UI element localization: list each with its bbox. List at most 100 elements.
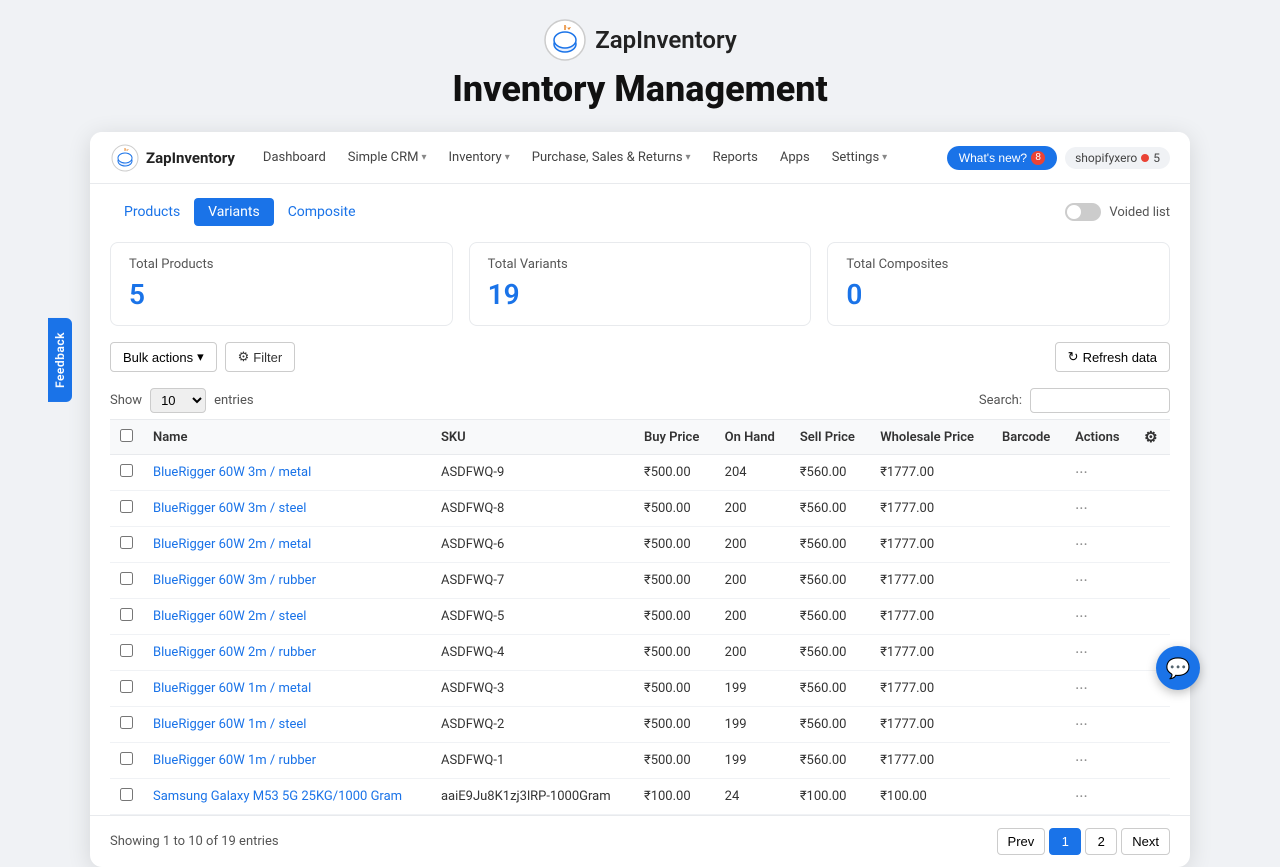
row-sku-5: ASDFWQ-4 xyxy=(431,635,634,671)
row-checkbox-6[interactable] xyxy=(110,671,143,707)
nav-settings[interactable]: Settings ▾ xyxy=(822,144,898,171)
row-select-2[interactable] xyxy=(120,536,133,549)
product-link-3[interactable]: BlueRigger 60W 3m / rubber xyxy=(153,573,316,588)
product-link-0[interactable]: BlueRigger 60W 3m / metal xyxy=(153,465,311,480)
row-select-5[interactable] xyxy=(120,644,133,657)
product-link-2[interactable]: BlueRigger 60W 2m / metal xyxy=(153,537,311,552)
nav-dashboard[interactable]: Dashboard xyxy=(253,144,336,171)
product-link-6[interactable]: BlueRigger 60W 1m / metal xyxy=(153,681,311,696)
feedback-tab[interactable]: Feedback xyxy=(48,318,72,402)
row-actions-7[interactable]: ··· xyxy=(1065,707,1134,743)
row-checkbox-3[interactable] xyxy=(110,563,143,599)
row-actions-6[interactable]: ··· xyxy=(1065,671,1134,707)
actions-dots-2[interactable]: ··· xyxy=(1075,535,1088,554)
bulk-actions-button[interactable]: Bulk actions ▾ xyxy=(110,342,217,372)
table-controls: Show 10 25 50 100 entries Search: xyxy=(90,382,1190,419)
product-link-1[interactable]: BlueRigger 60W 3m / steel xyxy=(153,501,306,516)
row-select-6[interactable] xyxy=(120,680,133,693)
refresh-button[interactable]: ↻ Refresh data xyxy=(1055,342,1170,372)
nav-brand[interactable]: ZapInventory xyxy=(110,143,235,173)
row-barcode-4 xyxy=(992,599,1065,635)
row-checkbox-4[interactable] xyxy=(110,599,143,635)
row-select-0[interactable] xyxy=(120,464,133,477)
row-sku-2: ASDFWQ-6 xyxy=(431,527,634,563)
row-actions-9[interactable]: ··· xyxy=(1065,779,1134,815)
row-actions-3[interactable]: ··· xyxy=(1065,563,1134,599)
row-checkbox-8[interactable] xyxy=(110,743,143,779)
nav-purchase-sales[interactable]: Purchase, Sales & Returns ▾ xyxy=(522,144,701,171)
row-checkbox-5[interactable] xyxy=(110,635,143,671)
settings-chevron-icon: ▾ xyxy=(882,152,887,163)
row-select-1[interactable] xyxy=(120,500,133,513)
row-select-8[interactable] xyxy=(120,752,133,765)
actions-dots-3[interactable]: ··· xyxy=(1075,571,1088,590)
whats-new-button[interactable]: What's new? 8 xyxy=(947,146,1057,170)
product-link-5[interactable]: BlueRigger 60W 2m / rubber xyxy=(153,645,316,660)
tab-variants[interactable]: Variants xyxy=(194,198,274,226)
row-wholesale-price-9: ₹100.00 xyxy=(870,779,992,815)
row-extra-9 xyxy=(1134,779,1170,815)
row-extra-1 xyxy=(1134,491,1170,527)
row-checkbox-1[interactable] xyxy=(110,491,143,527)
table-row: BlueRigger 60W 2m / rubber ASDFWQ-4 ₹500… xyxy=(110,635,1170,671)
row-barcode-7 xyxy=(992,707,1065,743)
refresh-icon: ↻ xyxy=(1068,349,1079,365)
row-checkbox-9[interactable] xyxy=(110,779,143,815)
actions-dots-5[interactable]: ··· xyxy=(1075,643,1088,662)
actions-dots-1[interactable]: ··· xyxy=(1075,499,1088,518)
row-select-4[interactable] xyxy=(120,608,133,621)
row-checkbox-2[interactable] xyxy=(110,527,143,563)
nav-brand-logo-icon xyxy=(110,143,140,173)
actions-dots-0[interactable]: ··· xyxy=(1075,463,1088,482)
filter-button[interactable]: ⚙ Filter xyxy=(225,342,296,372)
col-settings[interactable]: ⚙ xyxy=(1134,420,1170,455)
nav-inventory[interactable]: Inventory ▾ xyxy=(439,144,520,171)
row-actions-1[interactable]: ··· xyxy=(1065,491,1134,527)
row-checkbox-0[interactable] xyxy=(110,455,143,491)
table-row: BlueRigger 60W 3m / metal ASDFWQ-9 ₹500.… xyxy=(110,455,1170,491)
prev-button[interactable]: Prev xyxy=(997,828,1046,855)
entries-select[interactable]: 10 25 50 100 xyxy=(150,388,206,413)
row-actions-8[interactable]: ··· xyxy=(1065,743,1134,779)
pagination: Prev 1 2 Next xyxy=(997,828,1170,855)
product-link-7[interactable]: BlueRigger 60W 1m / steel xyxy=(153,717,306,732)
product-link-4[interactable]: BlueRigger 60W 2m / steel xyxy=(153,609,306,624)
row-select-9[interactable] xyxy=(120,788,133,801)
row-select-3[interactable] xyxy=(120,572,133,585)
actions-dots-4[interactable]: ··· xyxy=(1075,607,1088,626)
product-link-9[interactable]: Samsung Galaxy M53 5G 25KG/1000 Gram xyxy=(153,789,402,804)
row-select-7[interactable] xyxy=(120,716,133,729)
page-1-button[interactable]: 1 xyxy=(1049,828,1081,855)
page-2-button[interactable]: 2 xyxy=(1085,828,1117,855)
row-on-hand-6: 199 xyxy=(715,671,790,707)
nav-reports[interactable]: Reports xyxy=(703,144,768,171)
row-actions-4[interactable]: ··· xyxy=(1065,599,1134,635)
product-link-8[interactable]: BlueRigger 60W 1m / rubber xyxy=(153,753,316,768)
actions-dots-9[interactable]: ··· xyxy=(1075,787,1088,806)
voided-toggle-switch[interactable] xyxy=(1065,203,1101,221)
nav-simple-crm[interactable]: Simple CRM ▾ xyxy=(338,144,437,171)
chat-fab[interactable]: 💬 xyxy=(1156,646,1200,690)
col-sell-price: Sell Price xyxy=(790,420,870,455)
select-all-checkbox[interactable] xyxy=(120,429,133,442)
actions-dots-6[interactable]: ··· xyxy=(1075,679,1088,698)
row-actions-5[interactable]: ··· xyxy=(1065,635,1134,671)
col-wholesale-price: Wholesale Price xyxy=(870,420,992,455)
tab-composite[interactable]: Composite xyxy=(274,198,370,226)
row-wholesale-price-1: ₹1777.00 xyxy=(870,491,992,527)
row-actions-2[interactable]: ··· xyxy=(1065,527,1134,563)
row-checkbox-7[interactable] xyxy=(110,707,143,743)
next-button[interactable]: Next xyxy=(1121,828,1170,855)
row-wholesale-price-6: ₹1777.00 xyxy=(870,671,992,707)
actions-dots-7[interactable]: ··· xyxy=(1075,715,1088,734)
nav-apps[interactable]: Apps xyxy=(770,144,820,171)
toolbar: Bulk actions ▾ ⚙ Filter ↻ Refresh data xyxy=(90,342,1190,382)
row-actions-0[interactable]: ··· xyxy=(1065,455,1134,491)
row-sell-price-5: ₹560.00 xyxy=(790,635,870,671)
table-row: BlueRigger 60W 2m / steel ASDFWQ-5 ₹500.… xyxy=(110,599,1170,635)
tab-products[interactable]: Products xyxy=(110,198,194,226)
user-badge[interactable]: shopifyxero 5 xyxy=(1065,147,1170,169)
actions-dots-8[interactable]: ··· xyxy=(1075,751,1088,770)
row-on-hand-3: 200 xyxy=(715,563,790,599)
search-input[interactable] xyxy=(1030,388,1170,413)
